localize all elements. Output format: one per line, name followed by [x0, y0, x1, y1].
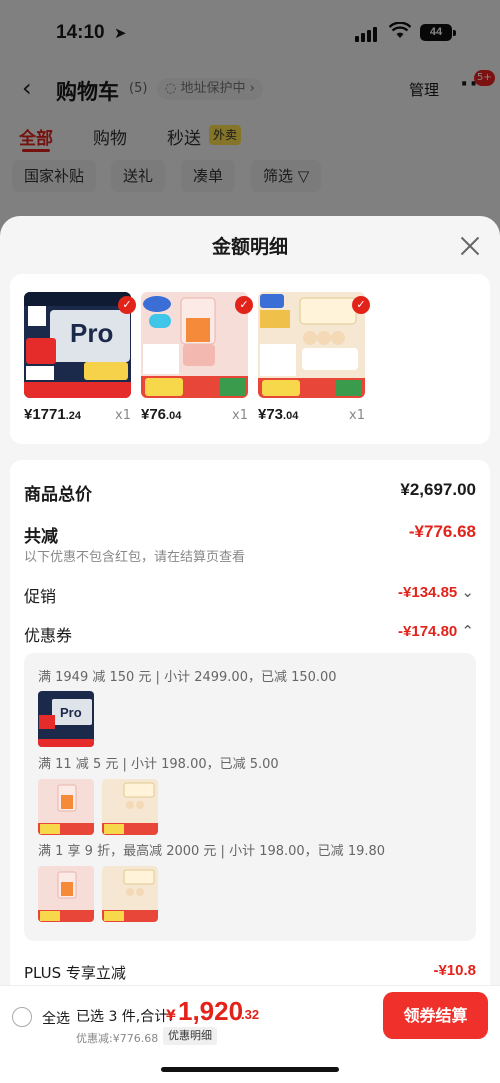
coupon-label: 优惠券	[24, 626, 73, 645]
select-all-label[interactable]: 全选	[42, 1008, 70, 1028]
discount-detail-button[interactable]: 优惠明细	[163, 1027, 217, 1045]
egg-cooker-thumbnail	[258, 292, 365, 398]
blender-mini-thumbnail	[38, 866, 94, 922]
coupon-rule: 满 1 享 9 折，最高减 2000 元 | 小计 198.00，已减 19.8…	[38, 844, 386, 859]
checkout-bar: 全选 已选 3 件,合计: ¥ 1,920 .32 优惠减:¥776.68 优惠…	[0, 985, 500, 1083]
chevron-up-icon: ⌃	[461, 623, 474, 640]
product-quantity: x1	[349, 408, 365, 423]
checkmark-icon: ✓	[235, 296, 253, 314]
coupon-value: -¥174.80 ⌃	[398, 622, 474, 640]
promotion-amount: -¥134.85	[398, 584, 458, 601]
discount-label: 共减	[24, 527, 58, 547]
egg-cooker-mini-thumbnail	[102, 866, 158, 922]
svg-text:Pro: Pro	[60, 705, 82, 720]
product-quantity: x1	[232, 408, 248, 423]
air-conditioner-mini-thumbnail: Pro	[38, 691, 94, 747]
checkout-button[interactable]: 领券结算	[383, 992, 488, 1039]
air-conditioner-thumbnail: Pro	[24, 292, 131, 398]
total-amount: 1,920	[178, 996, 244, 1026]
total-price-value: ¥2,697.00	[400, 480, 476, 499]
svg-text:Pro: Pro	[70, 318, 113, 348]
promotion-value: -¥134.85 ⌄	[398, 583, 474, 601]
plus-discount-label: PLUS 专享立减	[24, 964, 126, 982]
product-item[interactable]: ✓ ¥73.04 x1	[258, 292, 376, 423]
coupon-rule: 满 11 减 5 元 | 小计 198.00，已减 5.00	[38, 757, 279, 772]
product-price: ¥1771.24	[24, 406, 81, 423]
price-decimal: .04	[166, 410, 182, 422]
price-decimal: .24	[65, 410, 82, 422]
discount-hint: 以下优惠不包含红包，请在结算页查看	[24, 550, 246, 565]
price-detail-sheet: 金额明细 Pro ✓ ¥1771.24 x1 ✓ ¥76.04 x1 ✓ ¥73…	[0, 216, 500, 1083]
price-integer: ¥76	[141, 406, 167, 423]
close-icon[interactable]	[458, 234, 482, 258]
sheet-title: 金额明细	[211, 236, 288, 258]
total-amount-decimal: .32	[241, 1007, 260, 1022]
price-integer: ¥1771	[24, 406, 66, 423]
total-currency: ¥	[166, 1008, 176, 1024]
product-price: ¥73.04	[258, 406, 298, 423]
product-item[interactable]: ✓ ¥76.04 x1	[141, 292, 259, 423]
selected-count-label: 已选 3 件,合计:	[76, 1009, 173, 1025]
product-quantity: x1	[115, 408, 131, 423]
checkmark-icon: ✓	[352, 296, 370, 314]
blender-mini-thumbnail	[38, 779, 94, 835]
select-all-radio[interactable]	[12, 1007, 32, 1027]
discount-value: -¥776.68	[408, 522, 476, 541]
price-integer: ¥73	[258, 406, 284, 423]
price-decimal: .04	[283, 410, 299, 422]
product-item[interactable]: Pro ✓ ¥1771.24 x1	[24, 292, 142, 423]
saving-amount: 优惠减:¥776.68	[76, 1032, 159, 1045]
checkmark-icon: ✓	[118, 296, 136, 314]
egg-cooker-mini-thumbnail	[102, 779, 158, 835]
coupon-amount: -¥174.80	[398, 623, 458, 640]
home-indicator	[161, 1067, 339, 1072]
selected-products-card: Pro ✓ ¥1771.24 x1 ✓ ¥76.04 x1 ✓ ¥73.04 x…	[10, 274, 490, 444]
product-price: ¥76.04	[141, 406, 181, 423]
coupon-rule: 满 1949 减 150 元 | 小计 2499.00，已减 150.00	[38, 670, 337, 685]
coupon-details-box: 满 1949 减 150 元 | 小计 2499.00，已减 150.00 Pr…	[24, 653, 476, 941]
plus-discount-value: -¥10.8	[433, 962, 476, 979]
promotion-label: 促销	[24, 587, 57, 606]
total-price-label: 商品总价	[24, 485, 92, 505]
blender-thumbnail	[141, 292, 248, 398]
chevron-down-icon: ⌄	[461, 584, 474, 601]
